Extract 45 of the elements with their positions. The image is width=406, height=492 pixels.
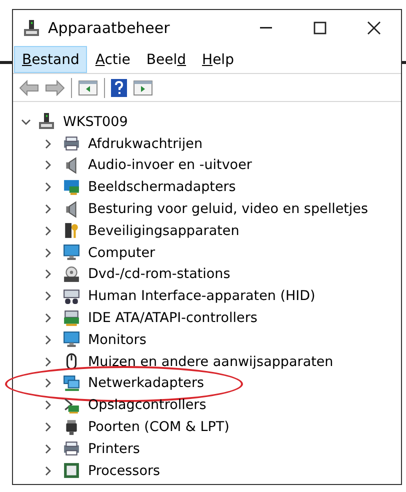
tree-item[interactable]: Printers [88, 440, 140, 457]
tree-item[interactable]: Beveiligingsapparaten [88, 222, 240, 239]
forward-arrow-icon[interactable] [45, 80, 65, 96]
processor-icon [63, 462, 80, 480]
printer-icon [63, 135, 80, 152]
tree-item[interactable]: Afdrukwachtrijen [88, 136, 202, 152]
menu-item[interactable]: Beeld [138, 46, 194, 73]
port-icon [63, 418, 80, 436]
help-icon[interactable] [111, 78, 127, 96]
key-icon [63, 222, 80, 240]
maximize-button[interactable] [313, 21, 327, 35]
tree-item[interactable]: Human Interface-apparaten (HID) [88, 288, 316, 304]
monitor-icon [63, 244, 80, 262]
tree-item[interactable]: Muizen en andere aanwijsapparaten [88, 354, 334, 370]
tree-item[interactable]: Processors [88, 462, 160, 479]
network-icon [63, 374, 80, 392]
tree-item[interactable]: Audio-invoer en -uitvoer [88, 157, 252, 174]
window-title: Apparaatbeheer [48, 19, 171, 37]
controller-card-icon [63, 310, 80, 327]
disc-drive-icon [63, 266, 80, 283]
menu-item[interactable]: Help [194, 46, 242, 73]
tree-item[interactable]: Dvd-/cd-rom-stations [88, 266, 230, 282]
computer-icon [23, 20, 40, 36]
tree-item[interactable]: IDE ATA/ATAPI-controllers [88, 310, 258, 326]
close-button[interactable] [367, 21, 381, 35]
tree-item[interactable]: Poorten (COM & LPT) [88, 419, 230, 436]
minimize-button[interactable] [260, 27, 272, 29]
computer-icon [38, 113, 55, 130]
menu-item[interactable]: Actie [87, 46, 138, 73]
menu-item[interactable]: Bestand [14, 46, 88, 73]
tree-item[interactable]: Monitors [88, 332, 146, 348]
tree-item[interactable]: Computer [88, 244, 156, 261]
back-arrow-icon[interactable] [19, 80, 39, 96]
tree-item[interactable]: Besturing voor geluid, video en spelletjes [88, 201, 368, 218]
tree-item[interactable]: Netwerkadapters [88, 375, 204, 392]
tree-item[interactable]: Opslagcontrollers [88, 397, 206, 414]
tree-item[interactable]: Beeldschermadapters [88, 179, 236, 196]
display-adapter-icon [63, 178, 80, 196]
storage-controller-icon [63, 396, 80, 414]
tree-item[interactable]: WKST009 [63, 114, 128, 130]
keyboard-icon [63, 288, 80, 305]
printer-icon [63, 440, 80, 458]
panel-icon[interactable] [133, 80, 153, 96]
panel-icon[interactable] [78, 80, 98, 96]
monitor-icon [63, 331, 80, 348]
